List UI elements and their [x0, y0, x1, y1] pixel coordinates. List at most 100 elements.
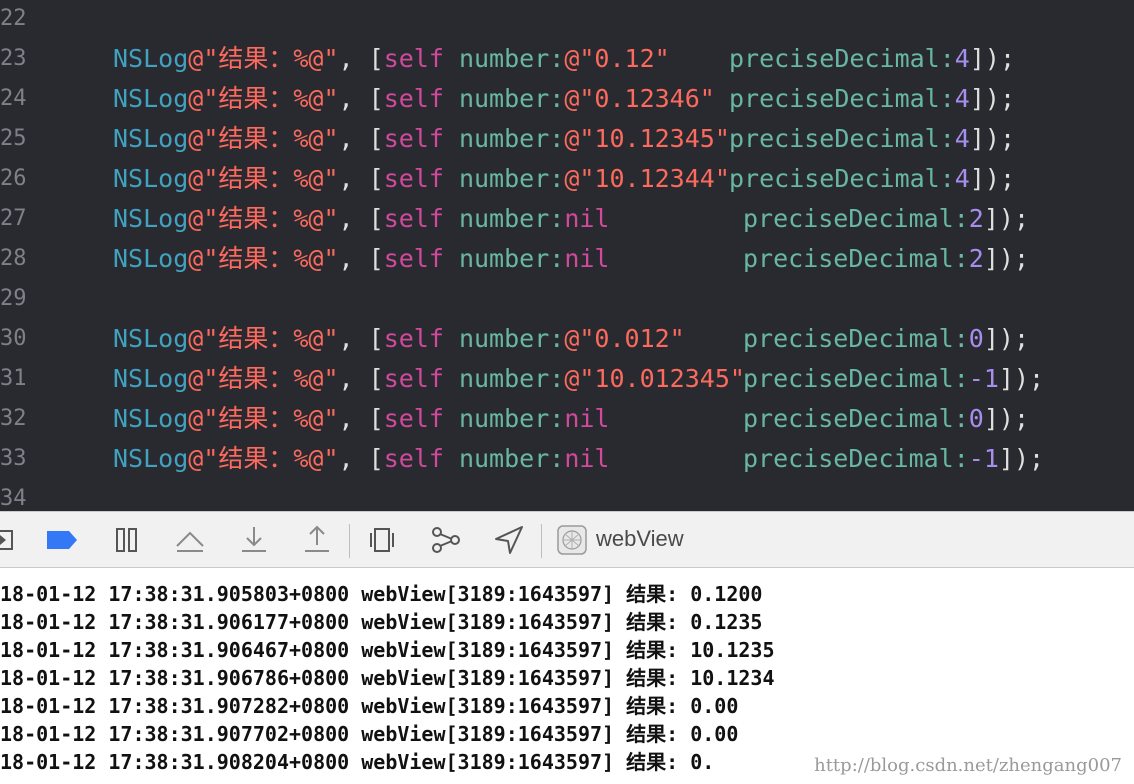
method-name: preciseDecimal: [743, 244, 969, 273]
self-keyword: self [383, 84, 444, 113]
line-number: 25 [0, 126, 27, 151]
punctuation: ]); [969, 44, 1015, 73]
target-app-icon[interactable] [555, 524, 589, 556]
precise-decimal-arg: preciseDecimal:-1]); [743, 439, 1044, 479]
punctuation: , [ [338, 164, 384, 193]
punctuation: ]); [983, 324, 1029, 353]
breakpoint-icon[interactable] [45, 524, 79, 556]
toolbar-separator [541, 524, 542, 558]
punctuation: , [ [338, 404, 384, 433]
punctuation: , [ [338, 364, 384, 393]
argument: nil [564, 204, 610, 233]
line-number: 30 [0, 326, 27, 351]
argument: @"0.012" [564, 324, 685, 353]
debug-console[interactable]: 18-01-12 17:38:31.905803+0800 webView[31… [0, 568, 1134, 784]
code-line: 31 NSLog@"结果：%@", [self number:@"10.01234… [0, 359, 1134, 399]
argument: @"10.12344" [564, 164, 730, 193]
precise-decimal-arg: preciseDecimal:4]); [729, 159, 1015, 199]
target-app-label[interactable]: webView [596, 526, 684, 552]
method-name: preciseDecimal: [729, 84, 955, 113]
code-editor[interactable]: 22 23 NSLog@"结果：%@", [self number:@"0.12" p… [0, 0, 1134, 511]
code-text: NSLog@"结果：%@", [self number:@"0.12346" pr… [113, 79, 1015, 119]
method-name: number: [443, 124, 565, 153]
argument: @"10.12345" [564, 124, 730, 153]
step-out-icon[interactable] [300, 524, 334, 556]
method-name: number: [443, 364, 565, 393]
function-name: NSLog [113, 84, 189, 113]
argument: @"0.12" [564, 44, 670, 73]
format-string: @"结果：%@" [188, 204, 339, 233]
method-name: number: [443, 404, 565, 433]
function-name: NSLog [113, 404, 189, 433]
format-string: @"结果：%@" [188, 244, 339, 273]
precise-decimal-arg: preciseDecimal:4]); [729, 119, 1015, 159]
line-number: 32 [0, 406, 27, 431]
line-number: 29 [0, 286, 27, 311]
method-name: preciseDecimal: [743, 404, 969, 433]
precise-decimal-arg: preciseDecimal:2]); [743, 199, 1029, 239]
code-text: NSLog@"结果：%@", [self number:nil preciseDe… [113, 399, 1029, 439]
precise-decimal-arg: preciseDecimal:-1]); [743, 359, 1044, 399]
pause-icon[interactable] [109, 524, 143, 556]
precise-decimal-arg: preciseDecimal:0]); [743, 319, 1029, 359]
format-string: @"结果：%@" [188, 44, 339, 73]
punctuation: , [ [338, 324, 384, 353]
precise-decimal-arg: preciseDecimal:2]); [743, 239, 1029, 279]
location-icon[interactable] [492, 524, 526, 556]
function-name: NSLog [113, 204, 189, 233]
method-name: number: [443, 44, 565, 73]
method-name: preciseDecimal: [729, 124, 955, 153]
step-into-icon[interactable] [237, 524, 271, 556]
console-log-line: 18-01-12 17:38:31.907702+0800 webView[31… [0, 722, 739, 746]
punctuation: , [ [338, 204, 384, 233]
view-hierarchy-icon[interactable] [365, 524, 399, 556]
console-log-line: 18-01-12 17:38:31.905803+0800 webView[31… [0, 582, 763, 606]
memory-graph-icon[interactable] [429, 524, 463, 556]
punctuation: , [ [338, 244, 384, 273]
hide-debug-area-icon[interactable] [0, 524, 20, 556]
method-name: preciseDecimal: [743, 444, 969, 473]
number-literal: 4 [954, 44, 970, 73]
code-text: NSLog@"结果：%@", [self number:@"10.12344" p… [113, 159, 1015, 199]
precise-decimal-arg: preciseDecimal:4]); [729, 79, 1015, 119]
number-literal: 0 [968, 404, 984, 433]
argument: @"10.012345" [564, 364, 745, 393]
line-number: 33 [0, 446, 27, 471]
self-keyword: self [383, 204, 444, 233]
self-keyword: self [383, 44, 444, 73]
format-string: @"结果：%@" [188, 84, 339, 113]
code-line: 30 NSLog@"结果：%@", [self number:@"0.012" pr… [0, 319, 1134, 359]
console-log-line: 18-01-12 17:38:31.907282+0800 webView[31… [0, 694, 739, 718]
format-string: @"结果：%@" [188, 444, 339, 473]
step-over-icon[interactable] [173, 524, 207, 556]
toolbar-separator [349, 524, 350, 558]
argument: @"0.12346" [564, 84, 715, 113]
code-text: NSLog@"结果：%@", [self number:@"10.012345"… [113, 359, 1044, 399]
line-number: 26 [0, 166, 27, 191]
code-text: NSLog@"结果：%@", [self number:@"0.12" preci… [113, 39, 1015, 79]
self-keyword: self [383, 164, 444, 193]
code-line: 29 [0, 279, 1134, 319]
punctuation: ]); [983, 204, 1029, 233]
precise-decimal-arg: preciseDecimal:0]); [743, 399, 1029, 439]
code-text: NSLog@"结果：%@", [self number:@"10.12345" p… [113, 119, 1015, 159]
line-number: 28 [0, 246, 27, 271]
console-log-line: 18-01-12 17:38:31.906177+0800 webView[31… [0, 610, 763, 634]
argument: nil [564, 404, 610, 433]
punctuation: ]); [998, 364, 1045, 393]
format-string: @"结果：%@" [188, 364, 339, 393]
self-keyword: self [383, 324, 444, 353]
format-string: @"结果：%@" [188, 124, 339, 153]
method-name: preciseDecimal: [729, 164, 955, 193]
line-number: 31 [0, 366, 27, 391]
watermark: http://blog.csdn.net/zhengang007 [814, 755, 1122, 776]
code-line: 32 NSLog@"结果：%@", [self number:nil precise… [0, 399, 1134, 439]
function-name: NSLog [113, 244, 189, 273]
self-keyword: self [383, 124, 444, 153]
function-name: NSLog [113, 364, 189, 393]
format-string: @"结果：%@" [188, 404, 339, 433]
line-number: 27 [0, 206, 27, 231]
function-name: NSLog [113, 124, 189, 153]
punctuation: , [ [338, 44, 384, 73]
argument: nil [564, 444, 610, 473]
